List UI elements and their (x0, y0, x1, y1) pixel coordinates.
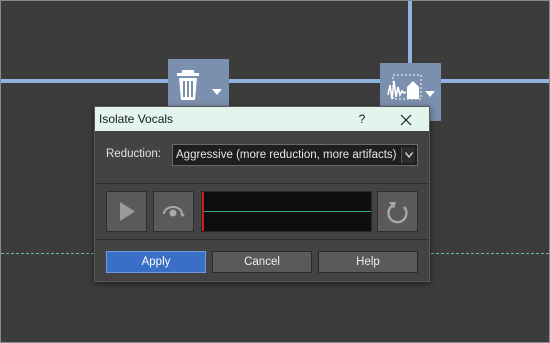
apply-button[interactable]: Apply (106, 251, 206, 273)
delete-tool-button[interactable] (168, 59, 229, 113)
chevron-down-icon (212, 89, 222, 95)
waveform-icon (387, 74, 422, 100)
chevron-down-icon (405, 152, 413, 158)
chevron-down-icon (425, 91, 435, 97)
cancel-button[interactable]: Cancel (212, 251, 312, 273)
loop-button[interactable] (377, 191, 418, 232)
reduction-select[interactable]: Aggressive (more reduction, more artifac… (172, 144, 418, 166)
preview-toggle-button[interactable] (153, 191, 194, 232)
loop-icon (387, 202, 408, 224)
workspace-guide-horizontal (1, 79, 549, 83)
dialog-titlebar[interactable]: Isolate Vocals ? (95, 107, 429, 131)
play-button[interactable] (106, 191, 147, 232)
help-button[interactable]: Help (318, 251, 418, 273)
reduction-select-value: Aggressive (more reduction, more artifac… (176, 149, 397, 161)
dialog-title: Isolate Vocals (99, 112, 174, 126)
preview-toggle-icon (163, 206, 185, 217)
isolate-vocals-dialog: Isolate Vocals ? Reduction: Aggressive (… (94, 106, 430, 282)
close-icon (400, 114, 412, 126)
play-icon (120, 202, 135, 221)
workspace-guide-vertical (408, 1, 412, 63)
close-button[interactable] (393, 109, 419, 129)
divider (95, 239, 429, 240)
preview-meter (201, 191, 372, 232)
help-icon[interactable]: ? (352, 109, 372, 129)
divider (95, 183, 429, 184)
waveform-baseline (204, 211, 371, 212)
trash-icon (177, 70, 199, 100)
dropdown-arrow[interactable] (401, 147, 415, 163)
reduction-label: Reduction: (106, 148, 161, 160)
